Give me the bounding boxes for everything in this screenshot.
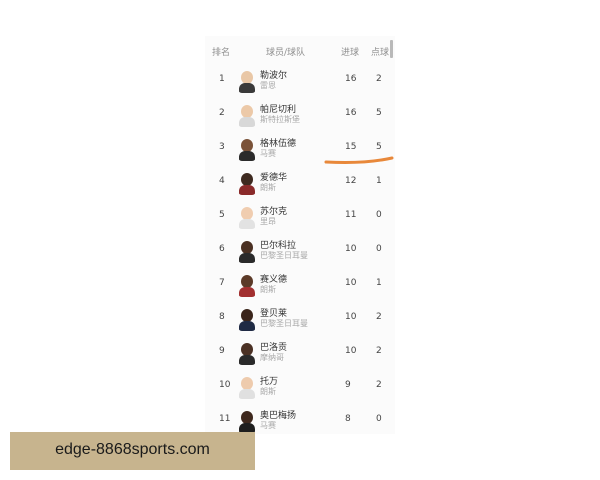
goals-cell: 12 — [345, 176, 357, 186]
rank-cell: 8 — [219, 312, 225, 322]
watermark-text[interactable]: edge-8868sports.com — [10, 441, 255, 459]
penalties-cell: 5 — [376, 108, 382, 118]
player-team: 朗斯 — [260, 183, 276, 192]
goals-cell: 9 — [345, 380, 351, 390]
table-row[interactable]: 3 格林伍德 马赛 15 5 — [205, 132, 395, 166]
avatar-shirt — [239, 83, 255, 93]
avatar-shirt — [239, 389, 255, 399]
player-avatar — [238, 409, 256, 433]
rank-cell: 5 — [219, 210, 225, 220]
header-rank: 排名 — [212, 48, 231, 58]
penalties-cell: 0 — [376, 244, 382, 254]
penalties-cell: 1 — [376, 278, 382, 288]
penalties-cell: 2 — [376, 74, 382, 84]
player-team: 巴黎圣日耳曼 — [260, 319, 308, 328]
player-avatar — [238, 171, 256, 195]
goals-cell: 10 — [345, 244, 357, 254]
avatar-shirt — [239, 117, 255, 127]
player-team: 里昂 — [260, 217, 276, 226]
avatar-shirt — [239, 219, 255, 229]
goals-cell: 10 — [345, 278, 357, 288]
table-row[interactable]: 4 爱德华 朗斯 12 1 — [205, 166, 395, 200]
penalties-cell: 5 — [376, 142, 382, 152]
rank-cell: 11 — [219, 414, 231, 424]
goals-cell: 8 — [345, 414, 351, 424]
table-row[interactable]: 5 苏尔克 里昂 11 0 — [205, 200, 395, 234]
scorers-table: 排名 球员/球队 进球 点球 1 勒波尔 雷恩 16 2 2 帕尼切利 斯特拉斯堡 16 5 3 格林… — [205, 36, 395, 434]
penalties-cell: 1 — [376, 176, 382, 186]
player-avatar — [238, 103, 256, 127]
goals-cell: 11 — [345, 210, 357, 220]
player-avatar — [238, 307, 256, 331]
player-avatar — [238, 375, 256, 399]
rank-cell: 10 — [219, 380, 231, 390]
player-avatar — [238, 239, 256, 263]
player-team: 朗斯 — [260, 387, 276, 396]
table-header: 排名 球员/球队 进球 点球 — [205, 36, 395, 64]
rank-cell: 4 — [219, 176, 225, 186]
player-team: 摩纳哥 — [260, 353, 284, 362]
player-avatar — [238, 273, 256, 297]
penalties-cell: 2 — [376, 380, 382, 390]
player-avatar — [238, 137, 256, 161]
rank-cell: 2 — [219, 108, 225, 118]
table-row[interactable]: 10 托万 朗斯 9 2 — [205, 370, 395, 404]
header-penalties: 点球 — [371, 48, 390, 58]
avatar-shirt — [239, 253, 255, 263]
table-row[interactable]: 7 赛义德 朗斯 10 1 — [205, 268, 395, 302]
rank-cell: 3 — [219, 142, 225, 152]
table-row[interactable]: 8 登贝莱 巴黎圣日耳曼 10 2 — [205, 302, 395, 336]
table-row[interactable]: 6 巴尔科拉 巴黎圣日耳曼 10 0 — [205, 234, 395, 268]
penalties-cell: 2 — [376, 346, 382, 356]
header-player-team: 球员/球队 — [266, 48, 306, 58]
table-row[interactable]: 9 巴洛贡 摩纳哥 10 2 — [205, 336, 395, 370]
table-row[interactable]: 1 勒波尔 雷恩 16 2 — [205, 64, 395, 98]
avatar-shirt — [239, 287, 255, 297]
player-avatar — [238, 341, 256, 365]
player-team: 巴黎圣日耳曼 — [260, 251, 308, 260]
avatar-shirt — [239, 321, 255, 331]
penalties-cell: 0 — [376, 210, 382, 220]
goals-cell: 16 — [345, 74, 357, 84]
goals-cell: 16 — [345, 108, 357, 118]
watermark-banner[interactable]: edge-8868sports.com — [10, 432, 255, 470]
player-team: 斯特拉斯堡 — [260, 115, 300, 124]
rank-cell: 7 — [219, 278, 225, 288]
player-team: 马赛 — [260, 149, 276, 158]
player-team: 马赛 — [260, 421, 276, 430]
table-row[interactable]: 2 帕尼切利 斯特拉斯堡 16 5 — [205, 98, 395, 132]
rank-cell: 1 — [219, 74, 225, 84]
goals-cell: 10 — [345, 312, 357, 322]
rank-cell: 6 — [219, 244, 225, 254]
scrollbar[interactable] — [390, 40, 393, 58]
player-team: 朗斯 — [260, 285, 276, 294]
penalties-cell: 0 — [376, 414, 382, 424]
avatar-shirt — [239, 151, 255, 161]
penalties-cell: 2 — [376, 312, 382, 322]
avatar-shirt — [239, 185, 255, 195]
rank-cell: 9 — [219, 346, 225, 356]
player-avatar — [238, 205, 256, 229]
player-avatar — [238, 69, 256, 93]
avatar-shirt — [239, 355, 255, 365]
goals-cell: 10 — [345, 346, 357, 356]
header-goals: 进球 — [341, 48, 360, 58]
player-team: 雷恩 — [260, 81, 276, 90]
goals-cell: 15 — [345, 142, 357, 152]
